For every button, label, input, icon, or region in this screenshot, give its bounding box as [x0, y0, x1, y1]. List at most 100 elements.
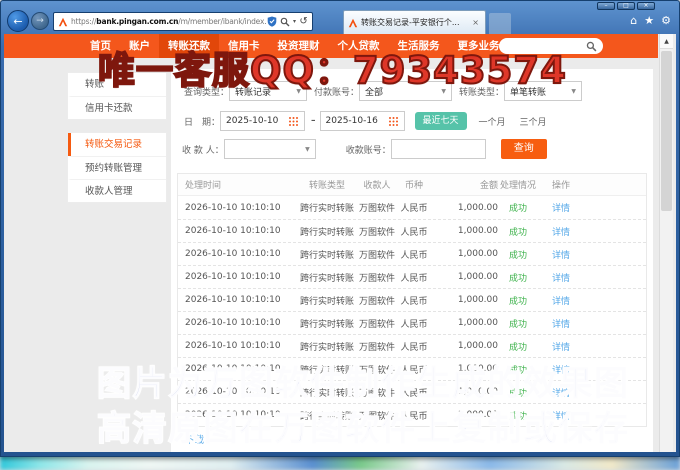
- date-to-input[interactable]: 2025-10-16: [320, 111, 405, 131]
- tab-title: 转账交易记录-平安银行个...: [361, 17, 470, 28]
- table-row[interactable]: 2026-10-10 10:10:10 跨行实时转账 万图软件 人民币 1,00…: [178, 311, 646, 334]
- table-row[interactable]: 2026-10-10 10:10:10 跨行实时转账 万图软件 人民币 1,00…: [178, 334, 646, 357]
- cell-currency: 人民币: [396, 340, 432, 353]
- tab-close-icon[interactable]: ×: [470, 18, 481, 27]
- settings-gear-icon[interactable]: ⚙: [661, 13, 671, 29]
- window-controls: – □ ×: [597, 2, 655, 10]
- back-arrow-icon: ←: [13, 15, 22, 28]
- cell-transfer-type: 跨行实时转账: [296, 248, 358, 261]
- cell-status: 成功: [498, 340, 538, 353]
- sidebar-item-transfer-records[interactable]: 转账交易记录: [68, 133, 166, 156]
- favorites-star-icon[interactable]: ★: [644, 13, 654, 29]
- sidebar-item-credit-repay[interactable]: 信用卡还款: [68, 96, 166, 119]
- cell-payee: 万图软件: [358, 294, 396, 307]
- cell-status: 成功: [498, 225, 538, 238]
- cell-transfer-type: 跨行实时转账: [296, 317, 358, 330]
- col-header-status: 处理情况: [498, 178, 538, 191]
- watermark-qq-text: 唯一客服QQ：79343574: [98, 40, 567, 94]
- date-from-input[interactable]: 2025-10-10: [220, 111, 305, 131]
- calendar-icon[interactable]: [288, 116, 299, 127]
- cell-currency: 人民币: [396, 317, 432, 330]
- watermark-bottom-line1: 图片为万图软件制作生成的效果图: [97, 356, 630, 405]
- cell-status: 成功: [498, 271, 538, 284]
- cell-process-time: 2026-10-10 10:10:10: [178, 249, 296, 259]
- cell-payee: 万图软件: [358, 271, 396, 284]
- cell-transfer-type: 跨行实时转账: [296, 340, 358, 353]
- cell-process-time: 2026-10-10 10:10:10: [178, 226, 296, 236]
- range-three-months-link[interactable]: 三个月: [520, 115, 547, 128]
- cell-detail-link[interactable]: 详情: [538, 271, 584, 284]
- col-header-payee: 收款人: [358, 178, 396, 191]
- range-one-month-link[interactable]: 一个月: [479, 115, 506, 128]
- cell-detail-link[interactable]: 详情: [538, 248, 584, 261]
- cell-detail-link[interactable]: 详情: [538, 225, 584, 238]
- cell-process-time: 2026-10-10 10:10:10: [178, 272, 296, 282]
- cell-currency: 人民币: [396, 201, 432, 214]
- home-icon[interactable]: ⌂: [630, 13, 637, 29]
- minimize-button[interactable]: –: [597, 2, 615, 10]
- cell-amount: 1,000.00: [432, 249, 498, 259]
- forward-button[interactable]: →: [31, 12, 49, 30]
- range-last-7-days-button[interactable]: 最近七天: [415, 112, 467, 130]
- cell-detail-link[interactable]: 详情: [538, 201, 584, 214]
- query-button[interactable]: 查询: [501, 139, 547, 159]
- page-scrollbar[interactable]: ▲: [659, 34, 673, 452]
- cell-transfer-type: 跨行实时转账: [296, 294, 358, 307]
- search-dropdown-caret-icon[interactable]: ▾: [293, 18, 296, 25]
- cell-amount: 1,000.00: [432, 341, 498, 351]
- calendar-icon[interactable]: [388, 116, 399, 127]
- cell-process-time: 2026-10-10 10:10:10: [178, 295, 296, 305]
- cell-detail-link[interactable]: 详情: [538, 317, 584, 330]
- browser-tab[interactable]: 转账交易记录-平安银行个... ×: [343, 10, 486, 34]
- maximize-button[interactable]: □: [617, 2, 635, 10]
- payee-select[interactable]: ▼: [224, 139, 316, 159]
- col-header-currency: 币种: [396, 178, 432, 191]
- cell-status: 成功: [498, 201, 538, 214]
- table-row[interactable]: 2026-10-10 10:10:10 跨行实时转账 万图软件 人民币 1,00…: [178, 242, 646, 265]
- chevron-down-icon: ▼: [571, 88, 576, 95]
- cell-amount: 1,000.00: [432, 226, 498, 236]
- table-header-row: 处理时间 转账类型 收款人 币种 金额 处理情况 操作: [178, 174, 646, 196]
- cell-payee: 万图软件: [358, 248, 396, 261]
- cell-amount: 1,000.00: [432, 272, 498, 282]
- browser-action-icons: ⌂ ★ ⚙: [630, 13, 671, 29]
- cell-process-time: 2026-10-10 10:10:10: [178, 203, 296, 213]
- scrollbar-thumb[interactable]: [661, 51, 672, 211]
- address-bar[interactable]: https://bank.pingan.com.cn/m/member/iban…: [53, 12, 313, 31]
- payee-account-label: 收款账号：: [346, 143, 391, 156]
- window-titlebar[interactable]: – □ ×: [1, 1, 679, 10]
- refresh-icon[interactable]: ↻: [297, 15, 310, 28]
- cell-transfer-type: 跨行实时转账: [296, 201, 358, 214]
- cell-payee: 万图软件: [358, 225, 396, 238]
- col-header-transfer-type: 转账类型: [296, 178, 358, 191]
- window-close-button[interactable]: ×: [637, 2, 655, 10]
- cell-status: 成功: [498, 317, 538, 330]
- new-tab-button[interactable]: [489, 13, 511, 34]
- payee-account-input[interactable]: [391, 139, 486, 159]
- cell-status: 成功: [498, 294, 538, 307]
- cell-detail-link[interactable]: 详情: [538, 294, 584, 307]
- back-button[interactable]: ←: [7, 10, 29, 32]
- sidebar-item-scheduled-transfer[interactable]: 预约转账管理: [68, 156, 166, 179]
- cell-detail-link[interactable]: 详情: [538, 340, 584, 353]
- table-row[interactable]: 2026-10-10 10:10:10 跨行实时转账 万图软件 人民币 1,00…: [178, 196, 646, 219]
- scrollbar-up-arrow-icon[interactable]: ▲: [660, 34, 673, 49]
- cell-amount: 1,000.00: [432, 203, 498, 213]
- cell-amount: 1,000.00: [432, 295, 498, 305]
- address-search-icon[interactable]: [279, 15, 292, 28]
- table-row[interactable]: 2026-10-10 10:10:10 跨行实时转账 万图软件 人民币 1,00…: [178, 219, 646, 242]
- security-shield-icon[interactable]: [266, 15, 279, 28]
- payee-label: 收 款 人：: [182, 143, 224, 156]
- cell-process-time: 2026-10-10 10:10:10: [178, 341, 296, 351]
- sidebar-item-payee-management[interactable]: 收款人管理: [68, 179, 166, 202]
- date-label: 日 期：: [184, 115, 220, 128]
- col-header-action: 操作: [538, 178, 584, 191]
- watermark-bottom-line2: 高清原图在万图软件上复制或保存: [97, 401, 630, 450]
- site-search-icon[interactable]: [586, 41, 597, 52]
- col-header-amount: 金额: [432, 178, 498, 191]
- table-row[interactable]: 2026-10-10 10:10:10 跨行实时转账 万图软件 人民币 1,00…: [178, 288, 646, 311]
- table-row[interactable]: 2026-10-10 10:10:10 跨行实时转账 万图软件 人民币 1,00…: [178, 265, 646, 288]
- cell-payee: 万图软件: [358, 201, 396, 214]
- filter-row-3: 收 款 人： ▼ 收款账号： 查询: [177, 139, 647, 159]
- filter-row-2: 日 期： 2025-10-10 – 2025-10-16 最近七天 一个月 三个…: [177, 111, 647, 131]
